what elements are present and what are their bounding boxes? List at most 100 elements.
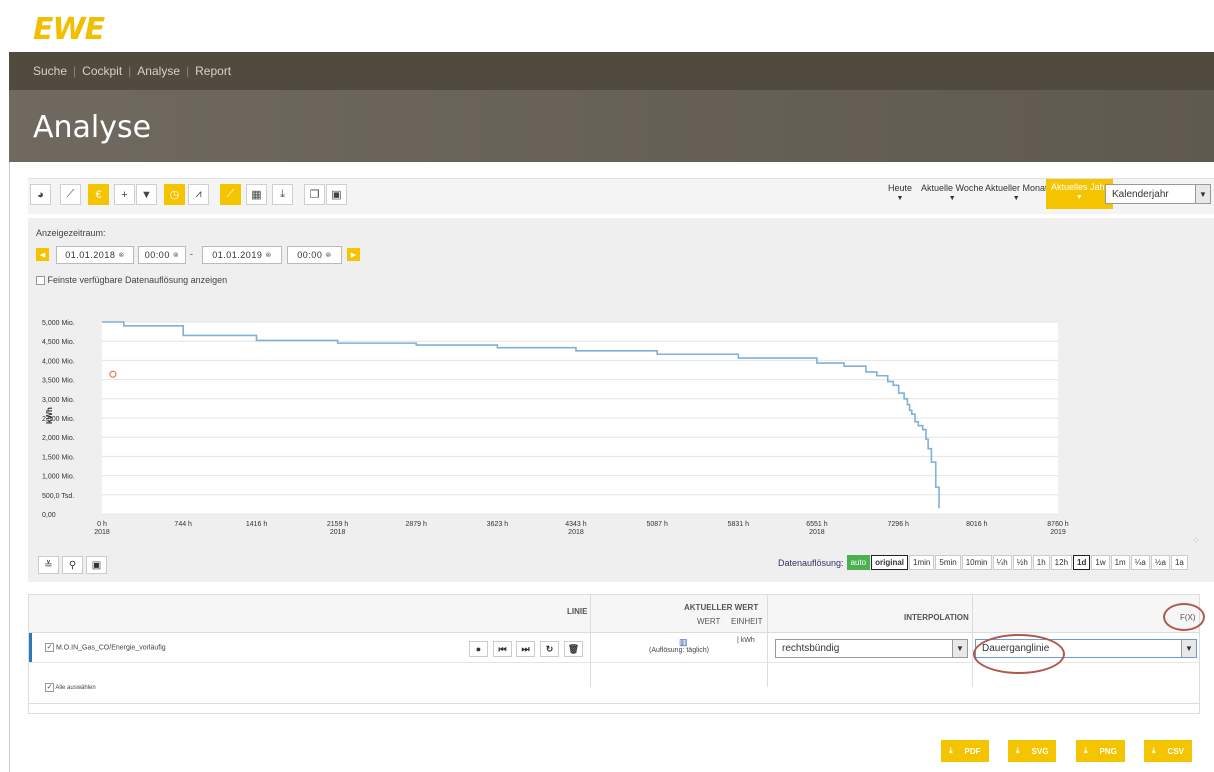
resolution-option[interactable]: 12h — [1050, 555, 1073, 570]
export-svg-button[interactable]: ⤓ SVG — [1008, 740, 1057, 762]
y-tick-label: 3,500 Mio. — [42, 378, 75, 385]
y-tick-label: 2,000 Mio. — [42, 435, 75, 442]
header-linie: LINIE — [567, 607, 588, 616]
prev-period-icon[interactable]: ◀ — [36, 248, 49, 261]
from-date-input[interactable]: 01.01.2018 ⊗ — [56, 246, 134, 264]
y-tick-label: 0,00 — [42, 512, 56, 519]
top-navigation: Suche | Cockpit | Analyse | Report — [9, 52, 1214, 90]
resolution-option[interactable]: ¼h — [992, 555, 1012, 570]
series-name[interactable]: ✓ M.O.IN_Gas_CO/Energie_vorläufig — [45, 643, 166, 652]
y-tick-label: 4,500 Mio. — [42, 339, 75, 346]
select-all-checkbox[interactable]: ✓ — [45, 683, 54, 692]
filter-icon[interactable]: ▼ — [136, 184, 157, 205]
nav-report[interactable]: Report — [195, 64, 231, 78]
series-checkbox[interactable]: ✓ — [45, 643, 54, 652]
save-icon[interactable]: ▣ — [326, 184, 347, 205]
resolution-option[interactable]: original — [871, 555, 909, 570]
plus-icon[interactable]: + — [114, 184, 135, 205]
x-tick-sublabel: 2018 — [330, 529, 346, 536]
period-monat[interactable]: Aktueller Monat ▼ — [985, 183, 1048, 202]
y-tick-label: 3,000 Mio. — [42, 397, 75, 404]
unit: | kWh — [737, 637, 755, 644]
finest-resolution-option[interactable]: Feinste verfügbare Datenauflösung anzeig… — [36, 275, 227, 286]
export-csv-button[interactable]: ⤓ CSV — [1144, 740, 1192, 762]
x-tick-label: 1416 h — [246, 521, 268, 528]
interpolation-select[interactable]: rechtsbündig ▼ — [775, 639, 968, 658]
resolution-option[interactable]: auto — [846, 555, 871, 570]
clock-icon[interactable]: ◷ — [164, 184, 185, 205]
x-tick-label: 8760 h — [1047, 521, 1069, 528]
nav-analyse[interactable]: Analyse — [137, 64, 180, 78]
x-tick-label: 4343 h — [565, 521, 587, 528]
value-note: (Auflösung: täglich) — [649, 647, 709, 654]
period-type-select[interactable]: Kalenderjahr ▼ — [1105, 184, 1211, 204]
resolution-option[interactable]: ½h — [1012, 555, 1032, 570]
highlight-ellipse — [973, 634, 1065, 674]
y-tick-label: 1,000 Mio. — [42, 474, 75, 481]
download-icon[interactable]: ⤓ — [272, 184, 293, 205]
eye-icon[interactable]: ● — [469, 641, 488, 657]
table-header: LINIE AKTUELLER WERT WERT EINHEIT INTERP… — [29, 595, 1199, 633]
currency-icon[interactable]: € — [88, 184, 109, 205]
period-woche[interactable]: Aktuelle Woche ▼ — [921, 183, 983, 202]
header-einheit: EINHEIT — [731, 617, 763, 626]
period-heute[interactable]: Heute ▼ — [888, 183, 912, 202]
chevron-down-icon: ▼ — [1195, 185, 1210, 203]
resolution-option[interactable]: 1a — [1170, 555, 1188, 570]
resolution-option[interactable]: 1h — [1032, 555, 1050, 570]
to-date-input[interactable]: 01.01.2019 ⊗ — [202, 246, 282, 264]
from-time-input[interactable]: 00:00 ⊗ — [138, 246, 186, 264]
chevron-down-icon: ▼ — [952, 640, 967, 657]
clear-icon: ⊗ — [265, 252, 272, 259]
nav-separator: | — [186, 64, 190, 78]
x-tick-label: 3623 h — [487, 521, 509, 528]
line-chart-active-icon[interactable]: ⟋ — [220, 184, 241, 205]
export-png-button[interactable]: ⤓ PNG — [1076, 740, 1125, 762]
x-tick-label: 6551 h — [806, 521, 828, 528]
next-period-icon[interactable]: ▶ — [347, 248, 360, 261]
copy-icon[interactable]: ❐ — [304, 184, 325, 205]
finest-checkbox[interactable] — [36, 276, 45, 286]
area-chart-icon[interactable]: ⩘ — [188, 184, 209, 205]
to-time-input[interactable]: 00:00 ⊗ — [287, 246, 342, 264]
table-icon[interactable]: ▦ — [246, 184, 267, 205]
collapse-icon[interactable]: ≚ — [38, 556, 59, 574]
x-tick-label: 2879 h — [405, 521, 427, 528]
x-tick-label: 744 h — [174, 521, 192, 528]
header-wert: WERT — [697, 617, 721, 626]
nav-separator: | — [128, 64, 132, 78]
nav-separator: | — [73, 64, 77, 78]
resolution-label: Datenauflösung: — [778, 557, 844, 568]
resolution-option[interactable]: 10min — [961, 555, 992, 570]
resolution-option[interactable]: ¼a — [1130, 555, 1150, 570]
export-pdf-button[interactable]: ⤓ PDF — [941, 740, 989, 762]
resolution-option[interactable]: 1d — [1073, 555, 1091, 570]
zoom-icon[interactable]: ⚲ — [62, 556, 83, 574]
x-tick-label: 7296 h — [888, 521, 910, 528]
period-jahr[interactable]: Aktuelles Jahr ▼ — [1046, 179, 1113, 209]
select-all[interactable]: ✓ Alle auswählen — [45, 683, 96, 692]
last-icon[interactable]: ⏭ — [516, 641, 535, 657]
trash-icon[interactable]: 🗑 — [564, 641, 583, 657]
resize-handle-icon[interactable]: ⁘ — [1192, 536, 1200, 547]
resolution-option[interactable]: ½a — [1150, 555, 1170, 570]
clear-icon: ⊗ — [325, 252, 332, 259]
download-icon: ⤓ — [1016, 746, 1020, 755]
resolution-option[interactable]: 5min — [935, 555, 961, 570]
resolution-option[interactable]: 1w — [1091, 555, 1110, 570]
x-tick-label: 8016 h — [966, 521, 988, 528]
x-tick-sublabel: 2018 — [809, 529, 825, 536]
x-tick-sublabel: 2019 — [1050, 529, 1066, 536]
screen-icon[interactable]: ▣ — [86, 556, 107, 574]
resolution-option[interactable]: 1m — [1110, 555, 1130, 570]
refresh-icon[interactable]: ↻ — [540, 641, 559, 657]
y-tick-label: 4,000 Mio. — [42, 358, 75, 365]
first-icon[interactable]: ⏮ — [493, 641, 512, 657]
resolution-option[interactable]: 1min — [909, 555, 935, 570]
analysis-toolbar: ◕ ⟋ € + ▼ ◷ ⩘ ⟋ ▦ ⤓ ❐ ▣ Heute ▼ Aktuelle … — [28, 178, 1214, 214]
header-aktueller-wert: AKTUELLER WERT — [684, 603, 759, 612]
nav-suche[interactable]: Suche — [33, 64, 67, 78]
line-chart-icon[interactable]: ⟋ — [60, 184, 81, 205]
nav-cockpit[interactable]: Cockpit — [82, 64, 122, 78]
palette-icon[interactable]: ◕ — [30, 184, 51, 205]
